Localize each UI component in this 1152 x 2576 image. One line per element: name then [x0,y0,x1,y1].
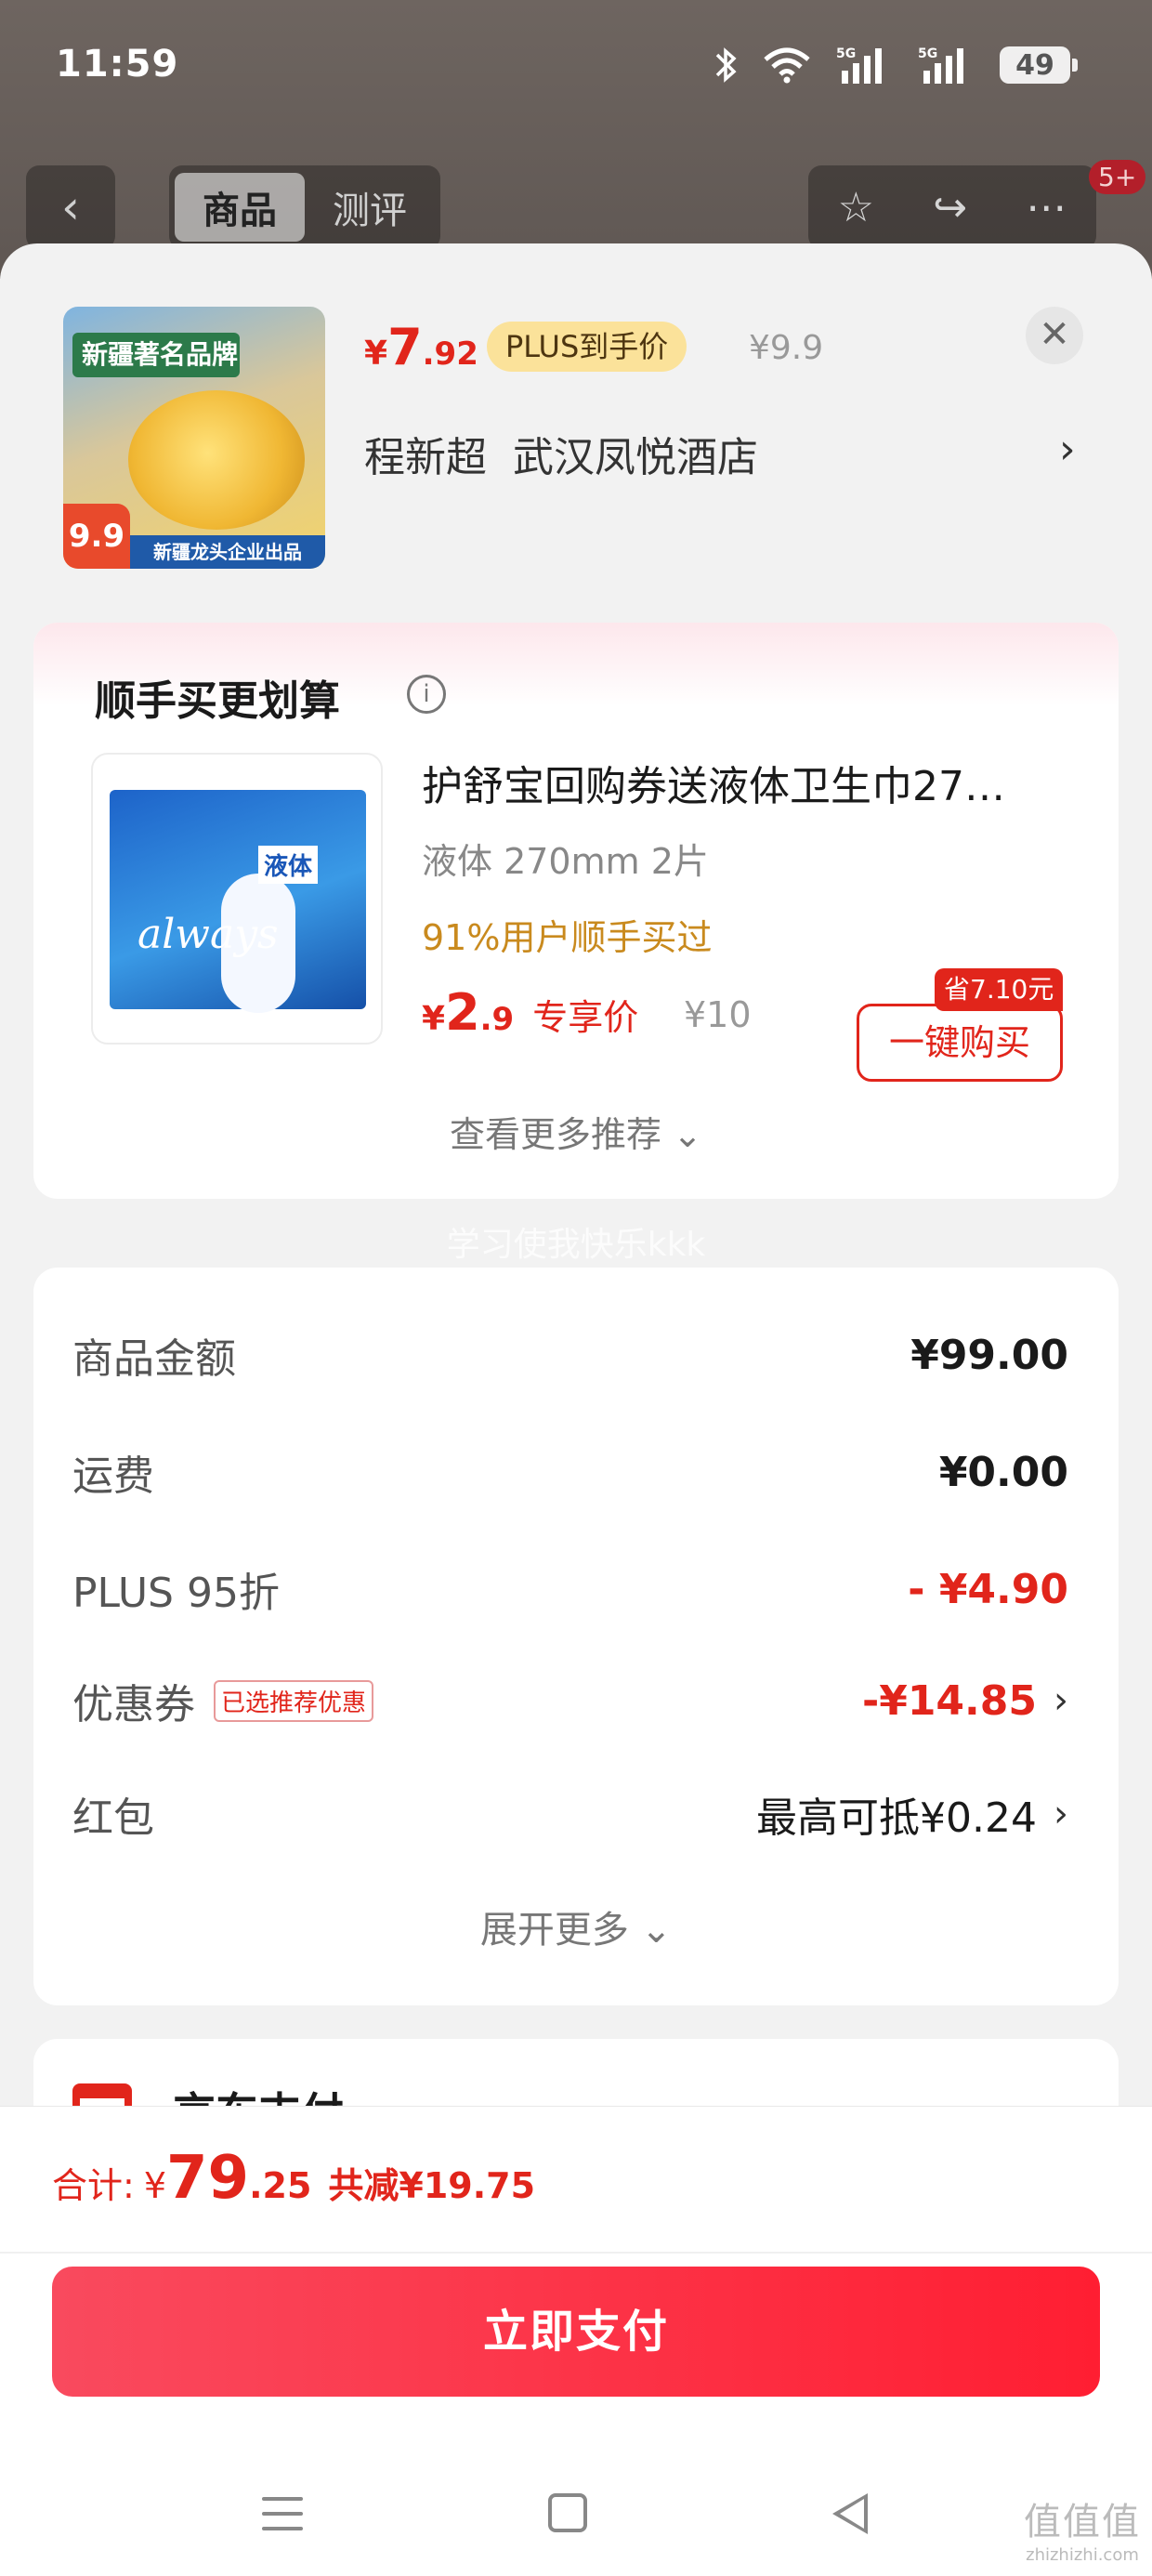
chevron-right-icon: › [1054,1679,1068,1722]
site-watermark: 值值值 zhizhizhi.com [1024,2491,1141,2565]
svg-text:5G: 5G [836,46,856,61]
row-label: 商品金额 [72,1335,236,1383]
plus-price-tag: PLUS到手价 [487,322,687,372]
recommend-bought-rate: 91%用户顺手买过 [422,917,713,958]
pad-brand-logo: always [137,911,279,958]
price-symbol: ¥ [364,335,388,373]
price-decimal: .9 [479,1001,515,1038]
row-label: 红包 [72,1794,154,1842]
row-coupon[interactable]: 优惠券 已选推荐优惠 -¥14.85 › [72,1663,1068,1738]
row-plus-discount: PLUS 95折 - ¥4.90 [72,1552,1068,1626]
one-click-buy-button[interactable]: 一键购买 [857,1004,1063,1082]
more-icon: ⋯ [1026,183,1067,231]
signal-5g-icon: 5G [836,46,882,84]
row-shipping: 运费 ¥0.00 [72,1435,1068,1509]
tab-review: 测评 [333,190,407,232]
original-price: ¥9.9 [749,329,824,367]
row-value: - ¥4.90 [908,1565,1068,1613]
expand-more-link[interactable]: 展开更多 ⌄ [33,1899,1119,1953]
message-badge: 5+ [1089,160,1146,194]
wifi-icon [764,47,810,84]
pad-package-image: 液体 always [110,790,366,1013]
row-value: ¥99.00 [910,1331,1068,1379]
recommend-item-image[interactable]: 液体 always [91,753,383,1045]
bluetooth-icon [715,47,737,83]
chevron-right-icon[interactable]: › [1059,426,1076,473]
row-value: 最高可抵¥0.24 [756,1794,1037,1842]
price-integer: 7 [387,318,423,376]
product-thumbnail[interactable]: 新疆著名品牌 9.9 新疆龙头企业出品 [63,307,325,569]
row-goods-amount: 商品金额 ¥99.00 [72,1318,1068,1392]
share-icon: ↪ [933,183,968,231]
delivery-address[interactable]: 程新超 武汉凤悦酒店 [364,424,758,483]
coupon-selected-tag: 已选推荐优惠 [214,1679,374,1722]
exclusive-price-label: 专享价 [532,997,639,1038]
status-icons: 5G 5G 49 [713,45,1078,85]
divider [0,2252,1152,2254]
background-actions: ☆ ↪ ⋯ [808,165,1096,249]
recommend-original-price: ¥10 [684,994,752,1035]
pad-label: 液体 [258,846,319,884]
menu-icon[interactable] [262,2497,303,2530]
banana-chips-image [128,390,305,530]
row-value: ¥0.00 [938,1448,1068,1496]
price-detail-card: 商品金额 ¥99.00 运费 ¥0.00 PLUS 95折 - ¥4.90 优惠… [33,1268,1119,2005]
row-value-wrap: -¥14.85 › [862,1677,1068,1725]
signal-5g-icon: 5G [918,46,963,84]
price-decimal: .92 [422,335,478,373]
row-red-packet[interactable]: 红包 最高可抵¥0.24 › [72,1777,1068,1851]
close-button[interactable]: ✕ [1026,307,1083,364]
site-watermark-logo: 值值值 [1024,2501,1141,2543]
recommend-title: 顺手买更划算 [95,677,340,725]
row-value-wrap: 最高可抵¥0.24 › [756,1784,1068,1844]
recommend-card: 顺手买更划算 i 液体 always 护舒宝回购券送液体卫生巾27… 液体 27… [33,623,1119,1199]
thumb-price: 9.9 [63,504,130,569]
tab-goods: 商品 [175,173,305,242]
row-label: 优惠券 [72,1681,195,1728]
back-triangle-icon[interactable] [832,2493,868,2534]
thumb-brand-text: 新疆著名品牌 [72,333,240,377]
product-header: 新疆著名品牌 9.9 新疆龙头企业出品 ¥ 7 .92 PLUS到手价 ¥9.9… [0,243,1152,597]
info-icon[interactable]: i [407,675,446,714]
recommend-item-name[interactable]: 护舒宝回购券送液体卫生巾27… [422,753,1091,812]
see-more-recommend-link[interactable]: 查看更多推荐 ⌄ [33,1106,1119,1157]
chevron-right-icon: › [1054,1793,1068,1835]
recommend-price: ¥ 2 .9 专享价 [422,983,638,1042]
total-label: 合计: [52,2165,135,2206]
total-symbol: ¥ [143,2165,166,2206]
row-label: 运费 [72,1452,154,1500]
pay-now-button[interactable]: 立即支付 [52,2267,1100,2397]
price-symbol: ¥ [422,1000,446,1038]
row-value: -¥14.85 [861,1676,1037,1725]
star-icon: ☆ [837,183,875,231]
svg-text:5G: 5G [918,46,937,61]
save-amount-badge: 省7.10元 [935,968,1064,1011]
price-integer: 2 [445,983,480,1042]
site-watermark-url: zhizhizhi.com [1026,2545,1139,2565]
total-decimal: .25 [249,2165,312,2206]
row-label: PLUS 95折 [72,1570,280,1617]
chevron-left-icon: ‹ [26,165,115,249]
watermark-text: 学习使我快乐kkk [446,1226,706,1264]
checkout-footer: 合计: ¥ 79 .25 共减¥19.75 立即支付 值值值 zhizhizhi… [0,2106,1152,2576]
background-nav: ‹ 商品 测评 ☆ ↪ ⋯ 5+ [0,160,1152,249]
total-integer: 79 [166,2144,250,2213]
row-label-wrap: 优惠券 已选推荐优惠 [72,1671,374,1730]
thumb-bottom-text: 新疆龙头企业出品 [130,535,325,569]
total-discount: 共减¥19.75 [328,2165,536,2206]
system-nav-bar [0,2469,1152,2562]
product-price: ¥ 7 .92 [364,318,478,376]
recommend-item-spec: 液体 270mm 2片 [422,841,709,882]
background-page: 11:59 5G 5G 49 ‹ 商品 测评 ☆ ↪ ⋯ 5+ [0,0,1152,279]
background-tabs: 商品 测评 [169,165,440,249]
battery-icon: 49 [1000,46,1078,84]
home-icon[interactable] [548,2493,587,2532]
total-summary: 合计: ¥ 79 .25 共减¥19.75 [52,2144,535,2213]
status-bar: 11:59 5G 5G 49 [0,0,1152,139]
status-time: 11:59 [56,43,179,85]
